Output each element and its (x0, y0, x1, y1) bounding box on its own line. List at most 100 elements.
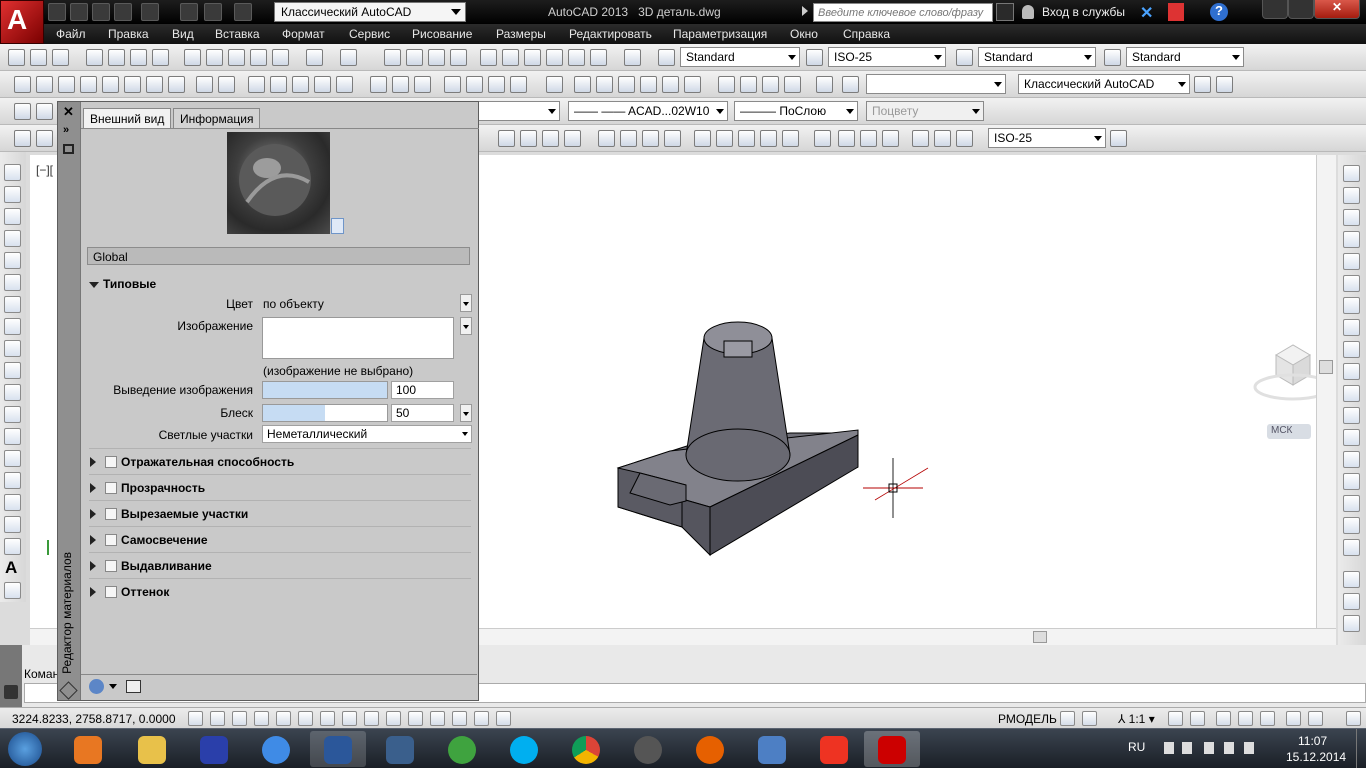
customize-icon[interactable] (1216, 76, 1233, 93)
properties-icon[interactable] (480, 49, 497, 66)
menu-help[interactable]: Справка (843, 27, 890, 41)
clean-screen-icon[interactable] (1346, 711, 1361, 726)
menu-modify[interactable]: Редактировать (569, 27, 652, 41)
workspace-select[interactable]: Классический AutoCAD (274, 2, 466, 22)
taskbar-firefox[interactable] (682, 731, 738, 767)
polygon-icon[interactable] (4, 230, 21, 247)
publish-icon[interactable] (141, 3, 159, 21)
undo-icon[interactable] (204, 3, 222, 21)
linear-dim-icon[interactable] (498, 130, 515, 147)
diameter-icon[interactable] (642, 130, 659, 147)
polysolid-icon[interactable] (14, 76, 31, 93)
arc-icon[interactable] (4, 274, 21, 291)
workspace-settings-icon[interactable] (1194, 76, 1211, 93)
expand-icon[interactable] (90, 561, 96, 571)
cylinder-icon[interactable] (124, 76, 141, 93)
sign-in-link[interactable]: Вход в службы (1042, 5, 1125, 19)
line-icon[interactable] (4, 164, 21, 181)
ungroup-icon[interactable] (1343, 593, 1360, 610)
color-dropdown[interactable] (460, 294, 472, 312)
transparency-icon[interactable] (430, 711, 445, 726)
dim-style-select-2[interactable]: ISO-25 (988, 128, 1106, 148)
point-icon[interactable] (4, 450, 21, 467)
help-icon[interactable] (624, 49, 641, 66)
circle-icon[interactable] (4, 296, 21, 313)
helix-icon[interactable] (196, 76, 213, 93)
bump-checkbox[interactable] (105, 560, 117, 572)
search-icon[interactable] (996, 3, 1014, 21)
trim-icon[interactable] (1343, 363, 1360, 380)
table-icon[interactable] (4, 538, 21, 555)
show-desktop-button[interactable] (1356, 729, 1366, 768)
rectangle-icon[interactable] (4, 252, 21, 269)
free-orbit-icon[interactable] (36, 130, 53, 147)
expand-icon[interactable] (90, 457, 96, 467)
3dalign-icon[interactable] (488, 76, 505, 93)
jogged-linear-icon[interactable] (882, 130, 899, 147)
extend-icon[interactable] (1343, 385, 1360, 402)
taskbar-volume-app[interactable] (744, 731, 800, 767)
continue-icon[interactable] (738, 130, 755, 147)
glossiness-slider[interactable] (262, 404, 388, 422)
speaker-icon[interactable] (1182, 742, 1192, 754)
flag-icon[interactable] (1204, 742, 1214, 754)
section-transparency[interactable]: Прозрачность (121, 481, 205, 495)
scroll-thumb[interactable] (1033, 631, 1047, 643)
osnap-icon[interactable] (298, 711, 313, 726)
quickcalc-icon[interactable] (590, 49, 607, 66)
taskbar-autocad[interactable] (864, 731, 920, 767)
zoom-window-icon[interactable] (428, 49, 445, 66)
close-icon[interactable]: ✕ (63, 104, 74, 120)
exchange-icon[interactable]: ✕ (1140, 3, 1158, 22)
plotstyle-select[interactable]: Поцвету (866, 101, 984, 121)
dim-update-icon[interactable] (956, 130, 973, 147)
sphere-icon[interactable] (102, 76, 119, 93)
explode-icon[interactable] (1343, 517, 1360, 534)
materials-icon[interactable] (740, 76, 757, 93)
create-material-icon[interactable] (89, 679, 104, 694)
aligned-dim-icon[interactable] (520, 130, 537, 147)
store-icon[interactable] (1168, 3, 1184, 21)
reflectivity-checkbox[interactable] (105, 456, 117, 468)
menu-format[interactable]: Формат (282, 27, 325, 41)
linetype-select[interactable]: —— —— ACAD...02W10 (568, 101, 728, 121)
snap-icon[interactable] (210, 711, 225, 726)
table-style-icon[interactable] (956, 49, 973, 66)
glossiness-value[interactable]: 50 (391, 404, 454, 422)
layer-states-icon[interactable] (14, 103, 31, 120)
array-icon[interactable] (1343, 253, 1360, 270)
wireframe-icon[interactable] (574, 76, 591, 93)
tray-icons[interactable] (1164, 742, 1174, 754)
light-bulb-icon[interactable] (36, 103, 53, 120)
taskbar-media-center[interactable] (620, 731, 676, 767)
lock-icon[interactable] (1238, 711, 1253, 726)
zoom-previous-icon[interactable] (450, 49, 467, 66)
menu-file[interactable]: Файл (56, 27, 86, 41)
annotation-visibility-icon[interactable] (1168, 711, 1183, 726)
quick-view-drawings-icon[interactable] (1082, 711, 1097, 726)
polar-icon[interactable] (276, 711, 291, 726)
material-browser-icon[interactable] (126, 680, 141, 693)
add-selected-icon[interactable] (4, 582, 21, 599)
open-icon[interactable] (70, 3, 88, 21)
taskbar-yandex[interactable] (806, 731, 862, 767)
otrack-icon[interactable] (342, 711, 357, 726)
model-toggle[interactable]: РМОДЕЛЬ (998, 712, 1057, 726)
3drotate-icon[interactable] (466, 76, 483, 93)
chamfer-icon[interactable] (1343, 451, 1360, 468)
ucs-menu[interactable]: МСК (1267, 424, 1311, 439)
section-bump[interactable]: Выдавливание (121, 559, 212, 573)
image-dropdown[interactable] (460, 317, 472, 335)
presspull-icon[interactable] (270, 76, 287, 93)
dyn-icon[interactable] (386, 711, 401, 726)
xray-icon[interactable] (684, 76, 701, 93)
lights-icon[interactable] (762, 76, 779, 93)
extrude-icon[interactable] (248, 76, 265, 93)
dim-style-manager-icon[interactable] (1110, 130, 1127, 147)
ordinate-icon[interactable] (564, 130, 581, 147)
intersect-icon[interactable] (414, 76, 431, 93)
dim-text-edit-icon[interactable] (934, 130, 951, 147)
menu-draw[interactable]: Рисование (412, 27, 472, 41)
mleader-style-select[interactable]: Standard (1126, 47, 1244, 67)
arc-length-icon[interactable] (542, 130, 559, 147)
